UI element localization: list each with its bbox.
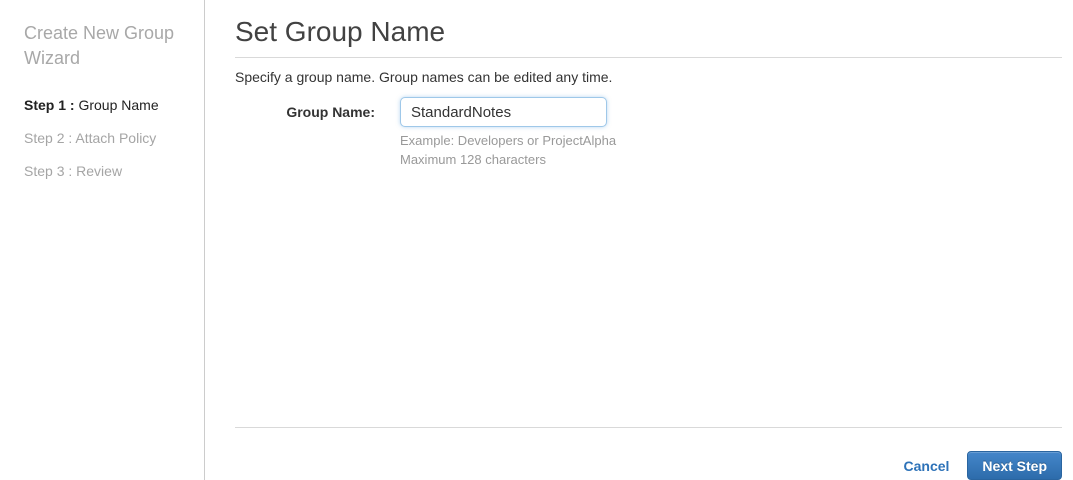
sidebar-step-3-review[interactable]: Step 3 : Review xyxy=(24,163,188,179)
step-1-label: Group Name xyxy=(78,97,159,113)
create-group-wizard-page: Create New Group Wizard Step 1 : Group N… xyxy=(0,0,1073,480)
sidebar-step-1-group-name[interactable]: Step 1 : Group Name xyxy=(24,97,188,113)
page-description: Specify a group name. Group names can be… xyxy=(235,69,613,85)
main-panel: Set Group Name Specify a group name. Gro… xyxy=(205,0,1073,480)
step-2-prefix: Step 2 : xyxy=(24,130,76,146)
group-name-label: Group Name: xyxy=(286,104,375,120)
group-name-field-column: Example: Developers or ProjectAlpha Maxi… xyxy=(400,97,616,167)
group-name-hint-max: Maximum 128 characters xyxy=(400,152,546,167)
group-name-form-row: Group Name: Example: Developers or Proje… xyxy=(235,97,1062,167)
next-step-button[interactable]: Next Step xyxy=(967,451,1062,480)
step-1-prefix: Step 1 : xyxy=(24,97,79,113)
step-3-label: Review xyxy=(76,163,123,179)
footer-actions: Cancel Next Step xyxy=(235,428,1062,480)
sidebar-step-2-attach-policy[interactable]: Step 2 : Attach Policy xyxy=(24,130,188,146)
step-2-label: Attach Policy xyxy=(75,130,157,146)
cancel-button[interactable]: Cancel xyxy=(904,458,950,474)
group-name-input[interactable] xyxy=(400,97,607,127)
group-name-hint-example: Example: Developers or ProjectAlpha xyxy=(400,133,617,148)
wizard-title: Create New Group Wizard xyxy=(24,23,175,68)
title-divider xyxy=(235,57,1062,58)
footer: Cancel Next Step xyxy=(235,427,1062,480)
step-3-prefix: Step 3 : xyxy=(24,163,77,179)
wizard-steps: Step 1 : Group Name Step 2 : Attach Poli… xyxy=(24,97,188,179)
page-title: Set Group Name xyxy=(235,16,446,47)
wizard-sidebar: Create New Group Wizard Step 1 : Group N… xyxy=(0,0,205,480)
